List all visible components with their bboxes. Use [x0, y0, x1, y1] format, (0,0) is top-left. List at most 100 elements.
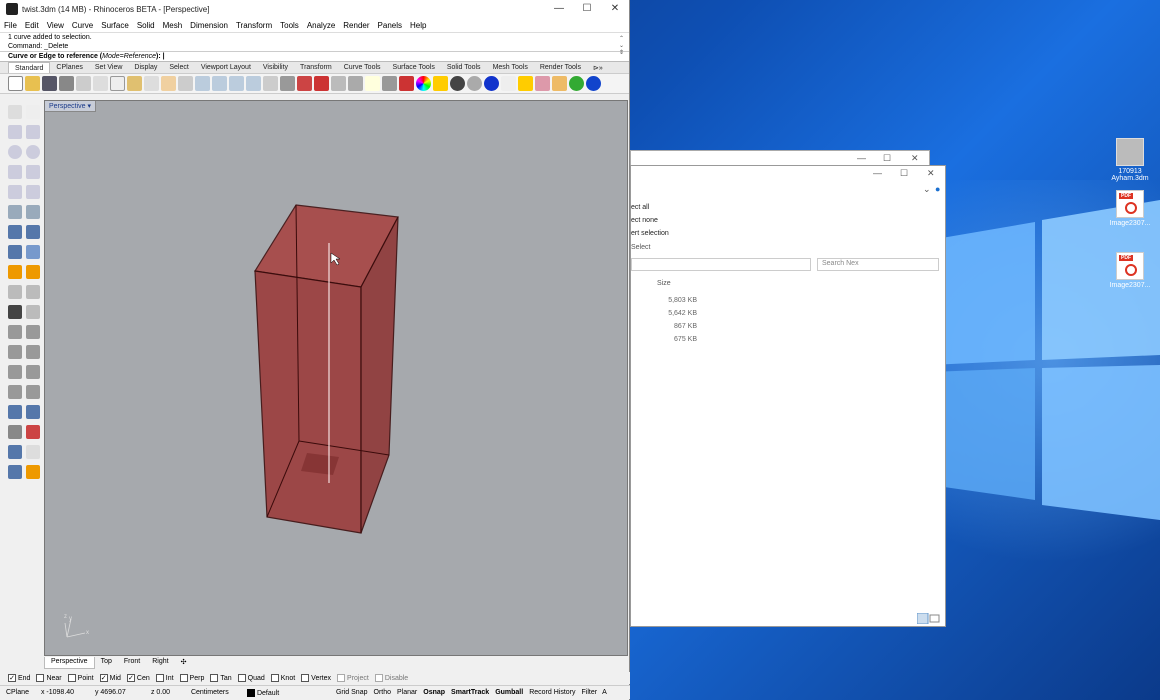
osnap-near[interactable]: Near: [36, 674, 62, 682]
cylinder-icon[interactable]: [8, 245, 22, 259]
checkbox-icon[interactable]: [36, 674, 45, 682]
boolean-icon[interactable]: [26, 225, 40, 239]
select-arrow-icon[interactable]: [8, 105, 22, 119]
osnap-icon[interactable]: [348, 76, 363, 91]
checkbox-icon[interactable]: ✓: [99, 674, 108, 682]
title-bar[interactable]: twist.3dm (14 MB) - Rhinoceros BETA - [P…: [0, 0, 629, 18]
close-icon[interactable]: ✕: [911, 153, 919, 164]
toggle-ortho[interactable]: Ortho: [371, 689, 395, 696]
command-option-mode[interactable]: Mode=Reference: [102, 53, 156, 60]
maximize-button[interactable]: ☐: [573, 0, 601, 18]
help-icon[interactable]: [586, 76, 601, 91]
render-sphere-icon[interactable]: [450, 76, 465, 91]
check-icon[interactable]: [26, 445, 40, 459]
point-icon[interactable]: [26, 105, 40, 119]
checkbox-icon[interactable]: [237, 674, 246, 682]
tab-render-tools[interactable]: Render Tools: [534, 62, 587, 73]
search-input[interactable]: Search Nex: [817, 258, 939, 271]
tab-curve-tools[interactable]: Curve Tools: [338, 62, 387, 73]
menu-panels[interactable]: Panels: [378, 21, 402, 30]
copy-icon[interactable]: [110, 76, 125, 91]
command-prompt[interactable]: Curve or Edge to reference (Mode=Referen…: [0, 51, 629, 62]
explorer-window[interactable]: — ☐ ✕ ⌄ ● ect all ect none ert selection…: [630, 165, 946, 627]
analyze-icon[interactable]: [8, 445, 22, 459]
layers-icon[interactable]: [399, 76, 414, 91]
rotate-icon[interactable]: [8, 385, 22, 399]
osnap-disable[interactable]: Disable: [374, 674, 408, 682]
save-icon[interactable]: [42, 76, 57, 91]
checkbox-icon[interactable]: [337, 674, 346, 682]
zoom-window-icon[interactable]: [212, 76, 227, 91]
import-icon[interactable]: [76, 76, 91, 91]
env-sphere-icon[interactable]: [484, 76, 499, 91]
toggle-planar[interactable]: Planar: [394, 689, 420, 696]
print-icon[interactable]: [59, 76, 74, 91]
tab-select[interactable]: Select: [163, 62, 194, 73]
expand-ribbon-icon[interactable]: ⌄: [923, 184, 931, 195]
ellipse-icon[interactable]: [26, 145, 40, 159]
menu-file[interactable]: File: [4, 21, 17, 30]
group-icon[interactable]: [26, 305, 40, 319]
osnap-int[interactable]: Int: [155, 674, 174, 682]
select-all-button[interactable]: ect all: [631, 204, 649, 211]
menu-transform[interactable]: Transform: [236, 21, 272, 30]
menu-dimension[interactable]: Dimension: [190, 21, 228, 30]
osnap-quad[interactable]: Quad: [237, 674, 265, 682]
osnap-knot[interactable]: Knot: [270, 674, 295, 682]
checkbox-icon[interactable]: [270, 674, 279, 682]
osnap-point[interactable]: Point: [67, 674, 94, 682]
paste-icon[interactable]: [127, 76, 142, 91]
toggle-smarttrack[interactable]: SmartTrack: [448, 689, 492, 696]
grasshopper-icon[interactable]: [518, 76, 533, 91]
desktop-icon-pdf-2[interactable]: PDF Image2307...: [1100, 252, 1160, 289]
car-icon[interactable]: [314, 76, 329, 91]
tab-perspective[interactable]: Perspective: [44, 657, 95, 669]
box-icon[interactable]: [8, 225, 22, 239]
loft-icon[interactable]: [26, 205, 40, 219]
close-icon[interactable]: ✕: [927, 168, 935, 179]
polyline-icon[interactable]: [8, 125, 22, 139]
status-units[interactable]: Centimeters: [185, 689, 241, 696]
menu-view[interactable]: View: [47, 21, 64, 30]
tab-surface-tools[interactable]: Surface Tools: [387, 62, 441, 73]
scale-icon[interactable]: [26, 385, 40, 399]
tab-right[interactable]: Right: [146, 657, 174, 669]
osnap-mid[interactable]: ✓ Mid: [99, 674, 121, 682]
tab-transform[interactable]: Transform: [294, 62, 338, 73]
pan-hand-icon[interactable]: [161, 76, 176, 91]
toggle-grid-snap[interactable]: Grid Snap: [333, 689, 371, 696]
cplane-icon[interactable]: [297, 76, 312, 91]
invert-selection-button[interactable]: ert selection: [631, 230, 669, 237]
osnap-cen[interactable]: ✓ Cen: [126, 674, 150, 682]
globe-icon[interactable]: [569, 76, 584, 91]
minimize-icon[interactable]: —: [873, 168, 882, 178]
curve-icon[interactable]: [26, 125, 40, 139]
polygon-icon[interactable]: [8, 165, 22, 179]
menu-analyze[interactable]: Analyze: [307, 21, 335, 30]
tab-set-view[interactable]: Set View: [89, 62, 129, 73]
checkbox-icon[interactable]: [67, 674, 76, 682]
join-icon[interactable]: [8, 325, 22, 339]
tab-visibility[interactable]: Visibility: [257, 62, 294, 73]
material-sphere-icon[interactable]: [467, 76, 482, 91]
column-header-size[interactable]: Size: [657, 280, 671, 287]
menu-mesh[interactable]: Mesh: [163, 21, 183, 30]
checkbox-icon[interactable]: [210, 674, 219, 682]
maximize-icon[interactable]: ☐: [900, 168, 908, 179]
dimension-icon[interactable]: [8, 285, 22, 299]
sun-icon[interactable]: [501, 76, 516, 91]
fillet-curve-icon[interactable]: [26, 185, 40, 199]
osnap-vertex[interactable]: Vertex: [301, 674, 331, 682]
tab-cplanes[interactable]: CPlanes: [50, 62, 88, 73]
view-toggle-icon[interactable]: [917, 613, 941, 624]
tab-overflow[interactable]: ⊳»: [587, 62, 609, 73]
explode-icon[interactable]: [26, 325, 40, 339]
menu-surface[interactable]: Surface: [101, 21, 129, 30]
zoom-selected-icon[interactable]: [246, 76, 261, 91]
checkbox-icon[interactable]: [179, 674, 188, 682]
cut-icon[interactable]: [93, 76, 108, 91]
color-wheel-icon[interactable]: [416, 76, 431, 91]
toggle-gumball[interactable]: Gumball: [492, 689, 526, 696]
desktop-icon-3dm[interactable]: 170913 Ayham.3dm: [1100, 138, 1160, 182]
menu-help[interactable]: Help: [410, 21, 426, 30]
